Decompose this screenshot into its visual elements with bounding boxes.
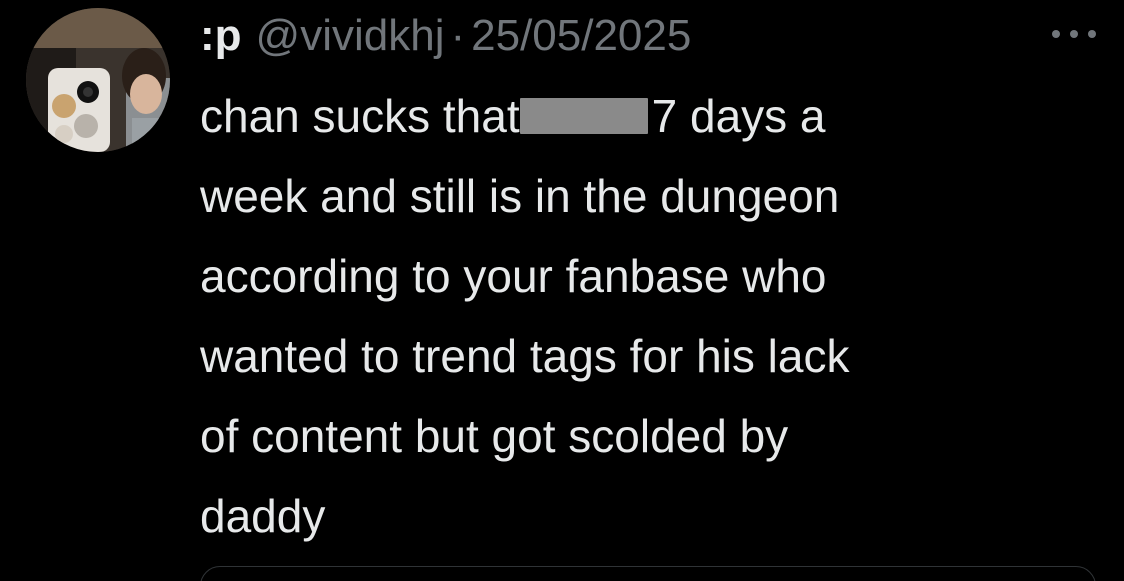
tweet-text-after-redaction: 7 days a xyxy=(651,90,826,142)
tweet-line: week and still is in the dungeon xyxy=(200,170,840,222)
quoted-card-edge[interactable] xyxy=(200,566,1096,581)
tweet-line: chan sucks that 7 days a xyxy=(200,76,1100,156)
more-horizontal-icon xyxy=(1052,30,1096,38)
user-handle[interactable]: @vividkhj xyxy=(256,8,445,64)
tweet-text: chan sucks that 7 days a week and still i… xyxy=(200,76,1100,556)
avatar[interactable] xyxy=(26,8,170,152)
tweet-line: of content but got scolded by xyxy=(200,410,789,462)
tweet-date[interactable]: 25/05/2025 xyxy=(471,8,691,64)
tweet-line: wanted to trend tags for his lack xyxy=(200,330,850,382)
header-separator: · xyxy=(450,11,466,60)
display-name[interactable]: :p xyxy=(200,8,242,64)
redaction-block xyxy=(519,98,648,134)
tweet-line: daddy xyxy=(200,490,326,542)
more-options-button[interactable] xyxy=(1046,14,1102,54)
tweet-header: :p @vividkhj · 25/05/2025 xyxy=(200,8,691,64)
tweet-text-before-redaction: chan sucks that xyxy=(200,90,520,142)
avatar-photo xyxy=(26,8,170,152)
tweet[interactable]: :p @vividkhj · 25/05/2025 chan sucks tha… xyxy=(0,0,1124,581)
tweet-line: according to your fanbase who xyxy=(200,250,827,302)
